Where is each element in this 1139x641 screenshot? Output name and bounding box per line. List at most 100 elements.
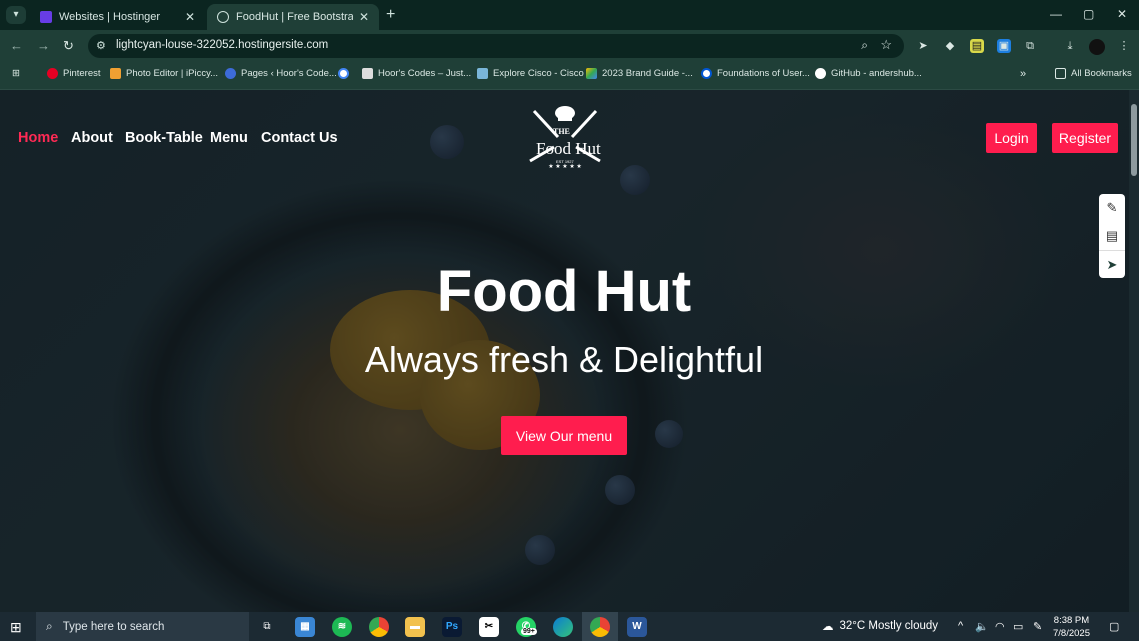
globe-icon	[217, 11, 229, 23]
chrome-profile-icon[interactable]	[590, 617, 610, 637]
maximize-icon[interactable]: ▢	[1083, 7, 1094, 21]
address-bar[interactable]: ⚙ lightcyan-louse-322052.hostingersite.c…	[88, 34, 904, 58]
ipiccy-icon	[110, 68, 121, 79]
all-bookmarks-button[interactable]: All Bookmarks	[1055, 68, 1132, 79]
back-icon[interactable]: ←	[10, 38, 23, 53]
scrollbar[interactable]	[1129, 90, 1139, 612]
capcut-icon[interactable]: ✂	[479, 617, 499, 637]
edge-icon[interactable]	[553, 617, 573, 637]
search-icon: ⌕	[46, 619, 53, 633]
task-view-icon[interactable]: ⧉	[257, 617, 277, 637]
bookmark-google[interactable]	[338, 68, 354, 79]
extension-rocket-icon[interactable]: ➤	[916, 39, 930, 53]
photoshop-icon[interactable]: Ps	[442, 617, 462, 637]
bookmark-label: Pages ‹ Hoor's Code...	[241, 68, 337, 79]
spotify-icon[interactable]: ≋	[332, 617, 352, 637]
scrollbar-thumb[interactable]	[1131, 104, 1137, 176]
more-bookmarks-button[interactable]: »	[1020, 68, 1026, 80]
bookmark-pinterest[interactable]: Pinterest	[47, 68, 101, 79]
magic-wand-icon[interactable]: ✎	[1099, 194, 1125, 222]
bookmark-brand-guide[interactable]: 2023 Brand Guide -...	[586, 68, 693, 79]
browser-toolbar: ← → ↻ ⚙ lightcyan-louse-322052.hostinger…	[0, 30, 1139, 62]
nav-home[interactable]: Home	[18, 130, 58, 146]
bookmark-star-icon[interactable]: ☆	[880, 37, 892, 53]
extensions-puzzle-icon[interactable]: ⧉	[1023, 39, 1037, 53]
new-tab-button[interactable]: +	[386, 6, 395, 24]
downloads-icon[interactable]: ⤓	[1063, 39, 1077, 53]
bookmark-label: GitHub - andershub...	[831, 68, 922, 79]
chrome-icon[interactable]	[369, 617, 389, 637]
bookmark-ipiccy[interactable]: Photo Editor | iPiccy...	[110, 68, 218, 79]
file-explorer-icon[interactable]: ▬	[405, 617, 425, 637]
battery-icon[interactable]: ▭	[1013, 620, 1023, 633]
chevron-up-icon[interactable]: ^	[958, 620, 963, 632]
tab-title: FoodHut | Free Bootstrap 4.3.x	[236, 11, 353, 23]
bookmark-hoors-codes[interactable]: Hoor's Codes – Just...	[362, 68, 471, 79]
tab-foodhut[interactable]: FoodHut | Free Bootstrap 4.3.x ✕	[207, 4, 379, 30]
forward-icon[interactable]: →	[37, 38, 50, 53]
tab-hostinger[interactable]: Websites | Hostinger ✕	[30, 4, 205, 30]
cisco-icon	[477, 68, 488, 79]
bookmark-label: Explore Cisco - Cisco	[493, 68, 584, 79]
github-icon	[815, 68, 826, 79]
login-button[interactable]: Login	[986, 123, 1037, 153]
close-tab-icon[interactable]: ✕	[359, 10, 369, 24]
weather-widget[interactable]: ☁ 32°C Mostly cloudy	[822, 619, 938, 633]
bookmark-coursera[interactable]: Foundations of User...	[701, 68, 810, 79]
wordpress-icon	[225, 68, 236, 79]
windows-start-icon[interactable]: ⊞	[10, 619, 22, 636]
edit-page-icon[interactable]: ▤	[1099, 222, 1125, 250]
nav-about[interactable]: About	[71, 130, 113, 146]
nav-contact-us[interactable]: Contact Us	[261, 130, 338, 146]
bookmark-label: Hoor's Codes – Just...	[378, 68, 472, 79]
site-logo[interactable]: ★ ★ ★ ★ ★ THE Food Hut EST 1927	[526, 103, 604, 175]
hostinger-favicon-icon	[40, 11, 52, 23]
extension-shield-icon[interactable]: ◆	[943, 39, 957, 53]
partly-cloudy-icon: ☁	[822, 621, 834, 633]
extension-note-icon[interactable]: ▤	[970, 39, 984, 53]
minimize-icon[interactable]: —	[1050, 7, 1062, 21]
microsoft-store-icon[interactable]: ▦	[295, 617, 315, 637]
extension-window-icon[interactable]: ▣	[997, 39, 1011, 53]
coursera-icon	[701, 68, 712, 79]
hero-section: Home About Book-Table Menu Contact Us ★ …	[0, 90, 1139, 612]
volume-icon[interactable]: 🔈	[975, 620, 989, 633]
clock-date: 7/8/2025	[1053, 628, 1090, 639]
logo-est: EST 1927	[556, 159, 574, 164]
url-text: lightcyan-louse-322052.hostingersite.com	[116, 39, 329, 51]
wifi-icon[interactable]: ◠	[995, 620, 1005, 633]
bookmark-label: 2023 Brand Guide -...	[602, 68, 693, 79]
pinterest-icon	[47, 68, 58, 79]
logo-title: Food Hut	[536, 139, 601, 158]
profile-avatar[interactable]	[1089, 39, 1105, 55]
weather-text: 32°C Mostly cloudy	[839, 620, 939, 632]
nav-book-table[interactable]: Book-Table	[125, 130, 203, 146]
apps-grid-icon[interactable]: ⊞	[12, 68, 20, 79]
bookmark-github[interactable]: GitHub - andershub...	[815, 68, 922, 79]
bookmark-label: Foundations of User...	[717, 68, 810, 79]
tab-title: Websites | Hostinger	[59, 11, 161, 23]
system-clock[interactable]: 8:38 PM 7/8/2025	[1053, 614, 1090, 640]
close-window-icon[interactable]: ✕	[1117, 7, 1127, 21]
logo-the: THE	[553, 127, 570, 136]
close-tab-icon[interactable]: ✕	[185, 10, 195, 24]
google-icon	[338, 68, 349, 79]
notification-icon[interactable]: ▢	[1109, 620, 1119, 633]
word-icon[interactable]: W	[627, 617, 647, 637]
bookmark-wordpress[interactable]: Pages ‹ Hoor's Code...	[225, 68, 337, 79]
nav-menu[interactable]: Menu	[210, 130, 248, 146]
register-button[interactable]: Register	[1052, 123, 1118, 153]
pen-icon[interactable]: ✎	[1033, 620, 1042, 633]
svg-text:★ ★ ★ ★ ★: ★ ★ ★ ★ ★	[548, 163, 582, 170]
view-menu-button[interactable]: View Our menu	[501, 416, 627, 455]
reload-icon[interactable]: ↻	[63, 38, 74, 54]
hero-title: Food Hut	[436, 259, 692, 324]
hoors-codes-icon	[362, 68, 373, 79]
search-icon[interactable]: ⌕	[861, 38, 868, 53]
taskbar-search[interactable]: ⌕ Type here to search	[36, 612, 249, 641]
bookmark-label: All Bookmarks	[1071, 68, 1132, 79]
bookmark-cisco[interactable]: Explore Cisco - Cisco	[477, 68, 584, 79]
site-info-icon[interactable]: ⚙	[96, 39, 106, 52]
menu-kebab-icon[interactable]: ⋮	[1117, 39, 1131, 53]
tab-search-button[interactable]: ▾	[6, 6, 26, 24]
